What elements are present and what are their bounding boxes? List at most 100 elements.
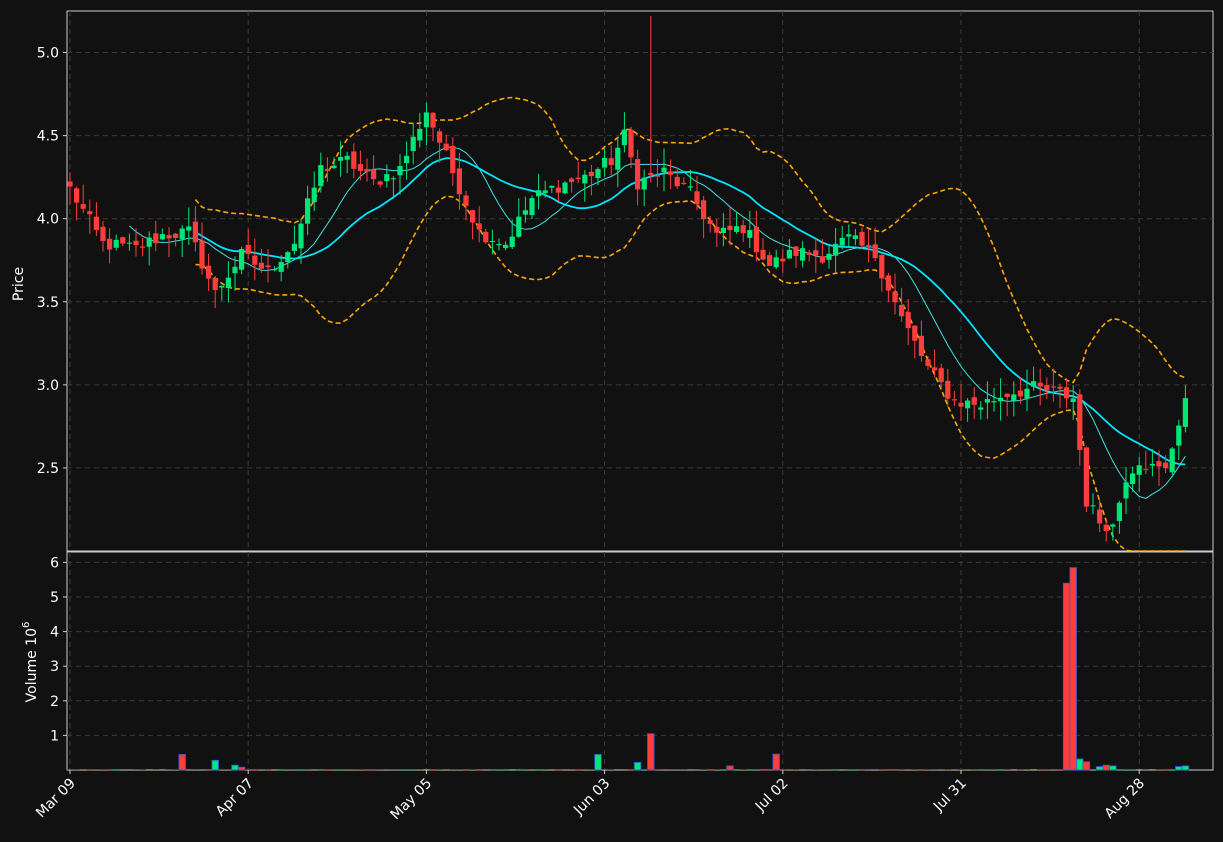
volume-bar xyxy=(297,769,305,771)
volume-bar xyxy=(317,769,325,771)
volume-bar xyxy=(330,769,338,770)
volume-bar xyxy=(918,769,925,771)
volume-bar xyxy=(713,769,721,770)
candle-body xyxy=(1110,524,1116,527)
candle-body xyxy=(648,172,654,175)
volume-bar xyxy=(508,769,516,770)
volume-bar xyxy=(79,769,87,770)
volume-bar xyxy=(165,769,173,770)
price-y-tick-label: 5.0 xyxy=(37,46,59,62)
volume-bar xyxy=(522,769,529,771)
volume-bar xyxy=(924,769,932,771)
volume-bar xyxy=(1036,769,1044,771)
candle-body xyxy=(186,226,192,231)
candle-body xyxy=(833,243,839,256)
volume-y-tick-label: 6 xyxy=(50,555,59,571)
candle-body xyxy=(324,168,330,171)
candle-body xyxy=(404,155,410,164)
volume-bar xyxy=(805,769,813,770)
volume-bar xyxy=(1175,766,1183,771)
candle-body xyxy=(938,368,944,383)
volume-bar xyxy=(1142,769,1150,770)
candle-body xyxy=(298,223,304,249)
volume-bar xyxy=(574,769,582,771)
volume-bar xyxy=(964,769,971,770)
candle-body xyxy=(608,158,614,166)
candle-body xyxy=(509,236,515,248)
volume-bar xyxy=(944,769,952,771)
candle-body xyxy=(1176,425,1182,446)
volume-bar xyxy=(937,769,945,770)
volume-bar xyxy=(502,769,509,771)
candle-body xyxy=(100,226,106,242)
volume-bar xyxy=(416,769,424,770)
candle-body xyxy=(67,181,73,187)
candle-body xyxy=(443,143,449,151)
volume-bar xyxy=(647,733,655,771)
candle-body xyxy=(423,112,429,128)
candle-body xyxy=(536,190,542,197)
volume-bar xyxy=(607,769,615,770)
candle-body xyxy=(773,257,779,268)
volume-bar xyxy=(865,769,872,770)
candle-body xyxy=(1103,524,1109,531)
price-y-tick-label: 3.5 xyxy=(37,295,59,311)
candle-body xyxy=(456,168,462,195)
candle-body xyxy=(1024,388,1030,399)
candle-body xyxy=(93,216,99,230)
candle-body xyxy=(971,397,977,405)
candle-body xyxy=(1156,461,1162,467)
candle-body xyxy=(1083,447,1089,507)
candle-body xyxy=(338,157,344,161)
candle-body xyxy=(1090,505,1096,507)
volume-bar xyxy=(363,769,371,771)
candle-body xyxy=(331,165,337,169)
volume-bar xyxy=(231,764,239,771)
volume-bar xyxy=(1023,769,1031,770)
candle-body xyxy=(588,171,594,177)
candle-body xyxy=(450,145,456,174)
candle-body xyxy=(516,216,522,237)
candle-body xyxy=(397,165,403,176)
volume-bar xyxy=(482,769,490,770)
volume-bar xyxy=(449,769,457,770)
volume-bar xyxy=(733,769,740,771)
volume-bar xyxy=(462,769,470,771)
candle-body xyxy=(998,397,1004,402)
volume-bar xyxy=(548,769,556,770)
volume-axis-label: Volume 106 xyxy=(21,622,40,703)
candle-body xyxy=(885,275,891,291)
volume-bar xyxy=(792,769,800,771)
candle-body xyxy=(1143,469,1149,471)
volume-bar xyxy=(581,769,589,771)
volume-bar xyxy=(205,769,212,771)
volume-bar xyxy=(1168,769,1176,771)
volume-bar xyxy=(469,769,476,770)
candle-body xyxy=(126,242,132,244)
candle-body xyxy=(417,128,423,141)
candle-body xyxy=(681,182,687,184)
candle-body xyxy=(120,237,126,244)
volume-bar xyxy=(997,769,1004,771)
volume-y-tick-label: 2 xyxy=(50,694,59,710)
volume-bar xyxy=(825,769,833,771)
volume-bar xyxy=(990,769,998,771)
candle-body xyxy=(727,225,733,231)
candle-body xyxy=(1031,381,1037,387)
candle-body xyxy=(470,210,476,223)
candle-body xyxy=(384,174,390,182)
candle-body xyxy=(839,237,845,246)
volume-bar xyxy=(1076,758,1084,771)
candle-body xyxy=(760,249,766,260)
volume-bar xyxy=(1003,769,1011,770)
volume-bar xyxy=(159,769,166,770)
volume-bar xyxy=(931,769,938,770)
candle-body xyxy=(357,164,363,171)
candle-body xyxy=(74,188,80,203)
volume-bar xyxy=(739,769,747,770)
volume-bar xyxy=(251,769,259,771)
volume-bar xyxy=(706,769,714,771)
candle-body xyxy=(1070,398,1076,402)
volume-bar xyxy=(693,769,701,770)
candle-body xyxy=(905,312,911,329)
